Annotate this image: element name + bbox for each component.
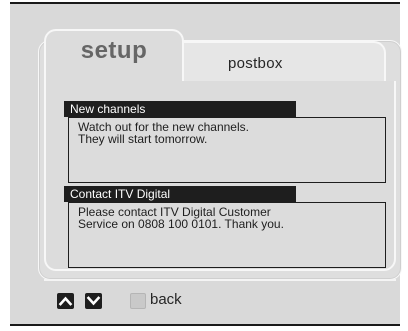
message-title[interactable]: Contact ITV Digital [64, 186, 296, 202]
message-body: Please contact ITV Digital Customer Serv… [68, 202, 386, 268]
message-title-text: Contact ITV Digital [70, 187, 171, 201]
tab-postbox-label: postbox [228, 55, 283, 72]
footer-divider [44, 279, 396, 281]
scroll-down-button[interactable] [85, 293, 102, 309]
chevron-up-icon [58, 296, 73, 306]
tab-setup[interactable]: setup [44, 29, 184, 81]
tab-setup-label: setup [80, 37, 148, 64]
back-label: back [150, 291, 182, 308]
message-title[interactable]: New channels [64, 101, 296, 117]
scroll-up-button[interactable] [57, 293, 74, 309]
chevron-down-icon [86, 296, 101, 306]
tv-screen: postbox setup New channels Watch out for… [10, 2, 402, 326]
tab-postbox[interactable]: postbox [182, 41, 386, 81]
message-line: They will start tomorrow. [78, 132, 208, 146]
back-button[interactable] [130, 293, 146, 309]
message-title-text: New channels [70, 102, 146, 116]
message-body: Watch out for the new channels. They wil… [68, 117, 386, 183]
message-line: Service on 0808 100 0101. Thank you. [78, 217, 284, 231]
